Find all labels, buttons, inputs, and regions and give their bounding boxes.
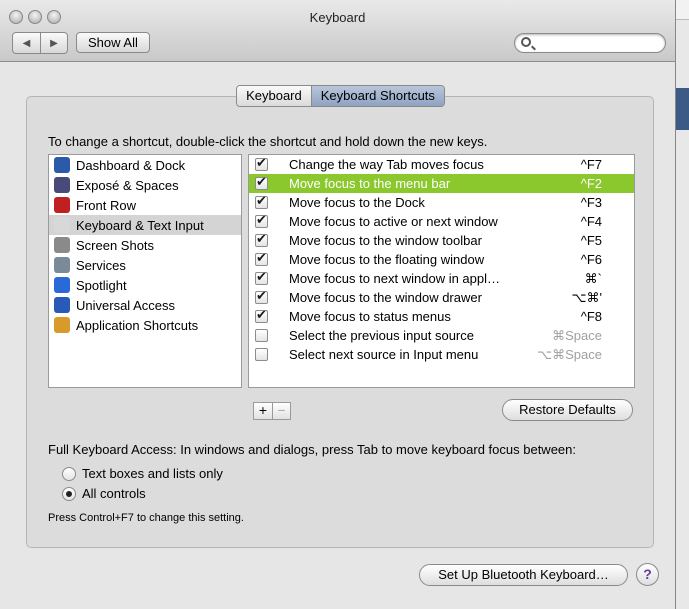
category-item[interactable]: Spotlight [49,275,241,295]
shortcut-checkbox[interactable] [255,307,268,323]
keyboard-preferences-window: Keyboard ◀ ▶ Show All Keyboard Keyboard … [0,0,676,609]
shortcut-row[interactable]: Change the way Tab moves focus^F7 [249,155,634,174]
full-keyboard-access-label: Full Keyboard Access: In windows and dia… [48,442,576,457]
category-label: Spotlight [76,277,127,293]
services-icon [54,257,70,273]
spotlight-icon [54,277,70,293]
radio-label: All controls [82,486,146,501]
shortcut-checkbox[interactable] [255,250,268,266]
shortcut-row[interactable]: Move focus to the window toolbar^F5 [249,231,634,250]
shortcut-row[interactable]: Move focus to the floating window^F6 [249,250,634,269]
category-item[interactable]: Dashboard & Dock [49,155,241,175]
radio-button[interactable] [62,466,76,481]
shortcut-hint-text: Press Control+F7 to change this setting. [48,512,244,524]
shortcut-row[interactable]: Move focus to next window in appl… ⌘` [249,269,634,288]
window-title: Keyboard [309,10,366,25]
radio-all-controls[interactable]: All controls [62,486,146,501]
shortcut-key[interactable]: ^F3 [581,195,602,210]
tab-keyboard-shortcuts[interactable]: Keyboard Shortcuts [310,86,444,106]
add-remove-control: + − [253,402,291,420]
help-button[interactable]: ? [636,563,659,586]
title-bar: Keyboard ◀ ▶ Show All [0,0,675,62]
expose-spaces-icon [54,177,70,193]
shortcut-row[interactable]: Move focus to active or next window^F4 [249,212,634,231]
back-button[interactable]: ◀ [13,33,40,53]
instruction-text: To change a shortcut, double-click the s… [48,134,488,149]
forward-button[interactable]: ▶ [40,33,67,53]
shortcut-checkbox[interactable] [255,269,268,285]
category-item[interactable]: Keyboard & Text Input [49,215,241,235]
category-label: Exposé & Spaces [76,177,179,193]
back-forward-control: ◀ ▶ [12,32,68,54]
category-item[interactable]: Universal Access [49,295,241,315]
category-label: Services [76,257,126,273]
radio-label: Text boxes and lists only [82,466,223,481]
add-shortcut-button[interactable]: + [254,403,272,419]
shortcut-key[interactable]: ⌥⌘Space [537,347,602,363]
remove-shortcut-button[interactable]: − [272,403,290,419]
shortcut-checkbox[interactable] [255,174,268,190]
category-label: Keyboard & Text Input [76,217,204,233]
shortcut-checkbox[interactable] [255,329,268,342]
category-item[interactable]: Front Row [49,195,241,215]
shortcut-key[interactable]: ^F6 [581,252,602,267]
shortcut-row[interactable]: Move focus to status menus^F8 [249,307,634,326]
screen-shots-icon [54,237,70,253]
shortcut-key[interactable]: ^F8 [581,309,602,324]
shortcut-checkbox[interactable] [255,348,268,361]
shortcut-key[interactable]: ^F7 [581,157,602,172]
category-label: Dashboard & Dock [76,157,186,173]
back-arrow-icon: ◀ [22,37,31,49]
category-list: Dashboard & Dock Exposé & Spaces Front Row… [48,154,242,388]
category-label: Screen Shots [76,237,155,253]
category-label: Front Row [76,197,136,213]
shortcut-checkbox[interactable] [255,212,268,228]
shortcut-checkbox[interactable] [255,193,268,209]
keyboard-icon [54,217,70,233]
restore-defaults-button[interactable]: Restore Defaults [502,399,633,421]
category-label: Universal Access [76,297,175,313]
shortcut-row[interactable]: Move focus to the menu bar^F2 [249,174,634,193]
category-item[interactable]: Services [49,255,241,275]
shortcut-key[interactable]: ^F2 [581,176,602,191]
application-shortcuts-icon [54,317,70,333]
dashboard-dock-icon [54,157,70,173]
category-item[interactable]: Screen Shots [49,235,241,255]
shortcut-row[interactable]: Move focus to the Dock^F3 [249,193,634,212]
shortcut-row[interactable]: Select next source in Input menu ⌥⌘Space [249,345,634,364]
shortcut-key[interactable]: ^F5 [581,233,602,248]
show-all-button[interactable]: Show All [76,32,150,53]
category-item[interactable]: Application Shortcuts [49,315,241,335]
shortcut-key[interactable]: ⌘Space [552,328,602,344]
shortcut-row[interactable]: Move focus to the window drawer⌥⌘' [249,288,634,307]
shortcut-list: Change the way Tab moves focus^F7Move fo… [248,154,635,388]
universal-access-icon [54,297,70,313]
shortcut-description: Move focus to next window in appl… [289,271,500,286]
category-label: Application Shortcuts [76,317,199,333]
shortcut-key[interactable]: ⌘` [585,271,602,287]
forward-arrow-icon: ▶ [50,37,58,49]
shortcut-checkbox[interactable] [255,231,268,247]
radio-button[interactable] [62,486,76,501]
shortcut-checkbox[interactable] [255,155,268,171]
front-row-icon [54,197,70,213]
shortcut-checkbox[interactable] [255,288,268,304]
shortcut-key[interactable]: ^F4 [581,214,602,229]
category-item[interactable]: Exposé & Spaces [49,175,241,195]
shortcut-key[interactable]: ⌥⌘' [572,290,602,306]
radio-text-boxes-lists[interactable]: Text boxes and lists only [62,466,223,481]
search-icon [521,37,531,47]
search-input[interactable] [514,33,666,53]
tab-bar: Keyboard Keyboard Shortcuts [0,85,675,107]
shortcut-row[interactable]: Select the previous input source ⌘Space [249,326,634,345]
tab-keyboard[interactable]: Keyboard [237,86,311,106]
setup-bluetooth-keyboard-button[interactable]: Set Up Bluetooth Keyboard… [419,564,628,586]
